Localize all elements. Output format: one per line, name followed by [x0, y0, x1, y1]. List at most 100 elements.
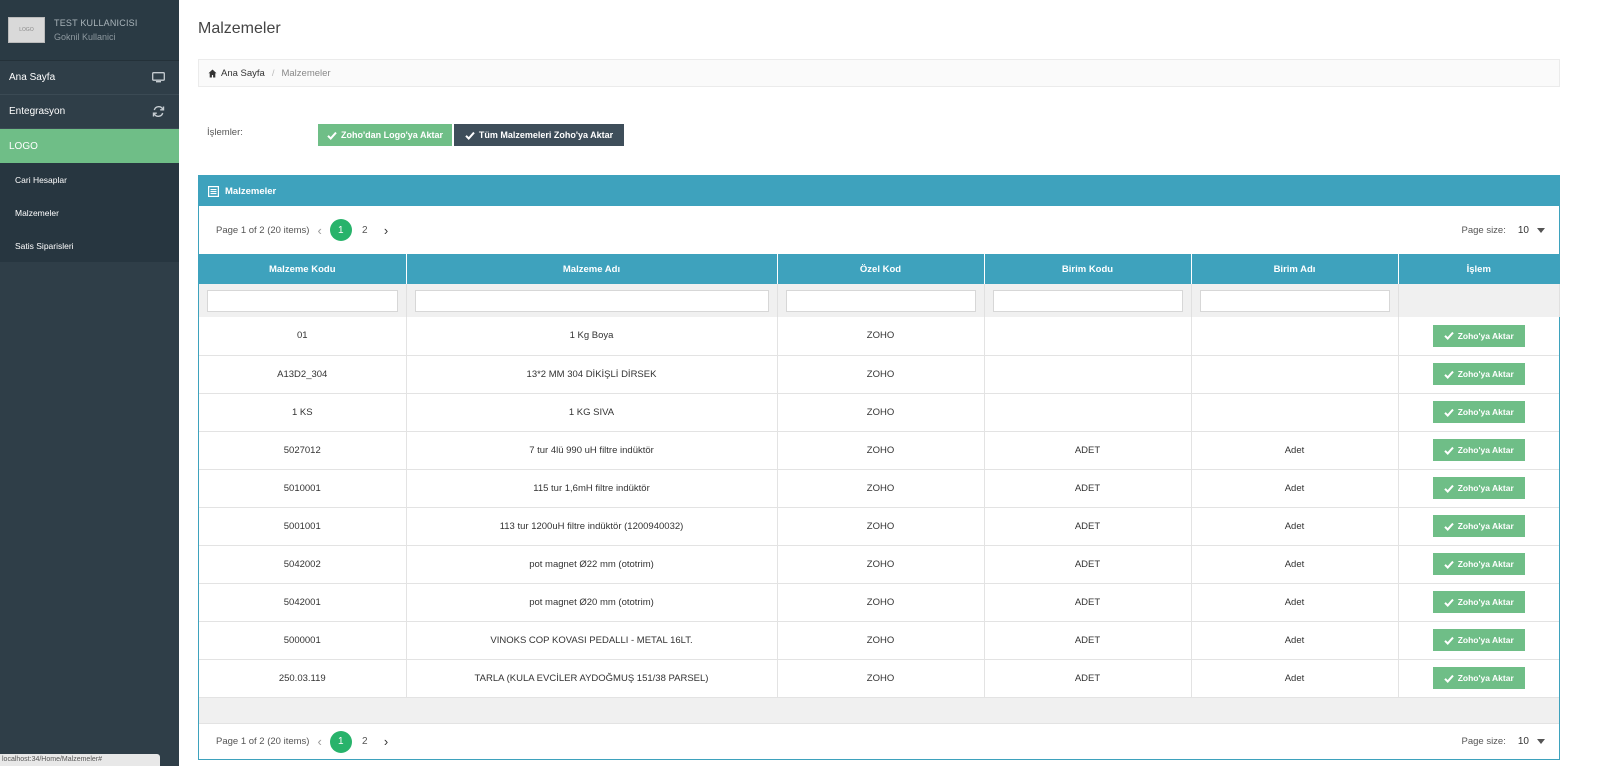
materials-table: Malzeme Kodu Malzeme Adı Özel Kod Birim …: [199, 254, 1560, 698]
table-row[interactable]: 5001001 113 tur 1200uH filtre indüktör (1…: [199, 507, 1559, 546]
cell-malzeme-adi: 1 Kg Boya: [406, 317, 778, 356]
user-name: TEST KULLANICISI: [54, 18, 138, 28]
cell-islem: Zoho'ya Aktar: [1398, 469, 1559, 508]
cell-birim-adi: Adet: [1191, 621, 1399, 660]
check-icon: [1444, 484, 1454, 493]
sidebar-subitem-satis-siparisleri[interactable]: Satis Siparisleri: [0, 229, 179, 262]
send-to-zoho-button[interactable]: Zoho'ya Aktar: [1432, 591, 1525, 613]
check-icon: [1444, 331, 1454, 341]
cell-malzeme-kodu: 5010001: [199, 469, 407, 508]
pager-prev-icon[interactable]: ‹: [317, 734, 321, 749]
cell-birim-kodu: [984, 355, 1192, 394]
column-header-malzeme-kodu[interactable]: Malzeme Kodu: [199, 254, 407, 284]
cell-islem: Zoho'ya Aktar: [1398, 355, 1559, 394]
page-size-label: Page size:: [1461, 736, 1506, 747]
send-to-zoho-button[interactable]: Zoho'ya Aktar: [1432, 667, 1525, 689]
sidebar-subitem-malzemeler[interactable]: Malzemeler: [0, 196, 179, 229]
send-to-zoho-button[interactable]: Zoho'ya Aktar: [1432, 439, 1525, 461]
panel-header: Malzemeler: [199, 176, 1559, 206]
table-header-row: Malzeme Kodu Malzeme Adı Özel Kod Birim …: [199, 254, 1559, 284]
check-icon: [1444, 674, 1454, 683]
table-footer: [199, 697, 1559, 724]
button-label: Tüm Malzemeleri Zoho'ya Aktar: [478, 130, 614, 140]
page-size-select[interactable]: 10: [1518, 736, 1545, 747]
sidebar-item-logo[interactable]: LOGO: [0, 129, 179, 163]
column-header-ozel-kod[interactable]: Özel Kod: [777, 254, 985, 284]
sidebar-item-entegrasyon[interactable]: Entegrasyon: [0, 95, 179, 129]
page-button-1[interactable]: 1: [329, 219, 352, 241]
breadcrumb-current: Malzemeler: [281, 67, 331, 79]
page-button-2[interactable]: 2: [354, 219, 376, 241]
send-to-zoho-button[interactable]: Zoho'ya Aktar: [1432, 401, 1525, 423]
cell-islem: Zoho'ya Aktar: [1398, 393, 1559, 432]
cell-malzeme-kodu: 5027012: [199, 431, 407, 470]
button-label: Zoho'ya Aktar: [1457, 635, 1514, 645]
cell-islem: Zoho'ya Aktar: [1398, 317, 1559, 356]
cell-birim-adi: [1191, 393, 1399, 432]
breadcrumb-home-label: Ana Sayfa: [221, 67, 265, 79]
table-row[interactable]: 5027012 7 tur 4lü 990 uH filtre indüktör Z…: [199, 431, 1559, 470]
cell-ozel-kod: ZOHO: [777, 659, 985, 698]
cell-birim-adi: Adet: [1191, 545, 1399, 584]
cell-malzeme-kodu: 5042002: [199, 545, 407, 584]
send-to-zoho-button[interactable]: Zoho'ya Aktar: [1432, 629, 1525, 651]
filter-input-ozel-kod[interactable]: [785, 289, 976, 312]
check-icon: [1444, 370, 1454, 379]
check-icon: [1444, 522, 1454, 531]
cell-birim-adi: Adet: [1191, 431, 1399, 470]
cell-birim-adi: Adet: [1191, 469, 1399, 508]
table-row[interactable]: 01 1 Kg Boya ZOHO Zoho'ya Aktar: [199, 317, 1559, 356]
page-size-select[interactable]: 10: [1518, 225, 1545, 236]
pager-next-icon[interactable]: ›: [384, 223, 388, 238]
cell-birim-kodu: ADET: [984, 469, 1192, 508]
table-row[interactable]: 250.03.119 TARLA (KULA EVCİLER AYDOĞMUŞ 1…: [199, 659, 1559, 698]
pager-prev-icon[interactable]: ‹: [317, 223, 321, 238]
cell-birim-kodu: [984, 317, 1192, 356]
filter-input-malzeme-kodu[interactable]: [207, 289, 398, 312]
check-icon: [1444, 446, 1454, 455]
table-row[interactable]: 5042001 pot magnet Ø20 mm (ototrim) ZOHO AD…: [199, 583, 1559, 622]
table-row[interactable]: A13D2_304 13*2 MM 304 DİKİŞLİ DİRSEK ZOHO Z…: [199, 355, 1559, 394]
table-row[interactable]: 1 KS 1 KG SIVA ZOHO Zoho'ya Aktar: [199, 393, 1559, 432]
filter-input-malzeme-adi[interactable]: [414, 289, 769, 312]
cell-birim-kodu: ADET: [984, 583, 1192, 622]
column-header-birim-kodu[interactable]: Birim Kodu: [984, 254, 1192, 284]
filter-input-birim-adi[interactable]: [1199, 289, 1390, 312]
page-size-label: Page size:: [1461, 224, 1506, 236]
cell-birim-kodu: ADET: [984, 659, 1192, 698]
sidebar-subitem-cari-hesaplar[interactable]: Cari Hesaplar: [0, 163, 179, 196]
cell-malzeme-adi: TARLA (KULA EVCİLER AYDOĞMUŞ 151/38 PARS…: [406, 659, 778, 698]
breadcrumb-home-link[interactable]: Ana Sayfa: [208, 68, 265, 79]
button-label: Zoho'dan Logo'ya Aktar: [341, 130, 443, 140]
table-row[interactable]: 5042002 pot magnet Ø22 mm (ototrim) ZOHO AD…: [199, 545, 1559, 584]
filter-input-birim-kodu[interactable]: [992, 289, 1183, 312]
send-to-zoho-button[interactable]: Zoho'ya Aktar: [1432, 324, 1525, 347]
cell-ozel-kod: ZOHO: [777, 583, 985, 622]
cell-ozel-kod: ZOHO: [777, 431, 985, 470]
zoho-to-logo-button[interactable]: Zoho'dan Logo'ya Aktar: [318, 124, 452, 146]
all-materials-to-zoho-button[interactable]: Tüm Malzemeleri Zoho'ya Aktar: [454, 124, 624, 146]
pager-info: Page 1 of 2 (20 items): [216, 224, 310, 236]
cell-malzeme-adi: VINOKS COP KOVASI PEDALLI - METAL 16LT.: [406, 621, 778, 660]
column-header-malzeme-adi[interactable]: Malzeme Adı: [406, 254, 778, 284]
column-header-birim-adi[interactable]: Birim Adı: [1191, 254, 1399, 284]
send-to-zoho-button[interactable]: Zoho'ya Aktar: [1432, 553, 1525, 575]
cell-malzeme-kodu: 5001001: [199, 507, 407, 546]
cell-malzeme-adi: 113 tur 1200uH filtre indüktör (12009400…: [406, 507, 778, 546]
cell-islem: Zoho'ya Aktar: [1398, 545, 1559, 584]
cell-birim-kodu: ADET: [984, 431, 1192, 470]
send-to-zoho-button[interactable]: Zoho'ya Aktar: [1432, 477, 1525, 499]
sidebar: LOGO TEST KULLANICISI Goknil Kullanici A…: [0, 0, 179, 766]
page-button-2[interactable]: 2: [354, 731, 376, 753]
table-row[interactable]: 5000001 VINOKS COP KOVASI PEDALLI - METAL…: [199, 621, 1559, 660]
page-size-control: Page size: 10: [1461, 206, 1545, 254]
pager-next-icon[interactable]: ›: [384, 734, 388, 749]
send-to-zoho-button[interactable]: Zoho'ya Aktar: [1432, 363, 1525, 385]
cell-islem: Zoho'ya Aktar: [1398, 507, 1559, 546]
page-size-value: 10: [1517, 736, 1529, 747]
send-to-zoho-button[interactable]: Zoho'ya Aktar: [1432, 515, 1525, 537]
breadcrumb-separator: /: [271, 67, 275, 79]
page-button-1[interactable]: 1: [329, 730, 352, 753]
table-row[interactable]: 5010001 115 tur 1,6mH filtre indüktör ZOHO…: [199, 469, 1559, 508]
sidebar-item-ana-sayfa[interactable]: Ana Sayfa: [0, 61, 179, 95]
